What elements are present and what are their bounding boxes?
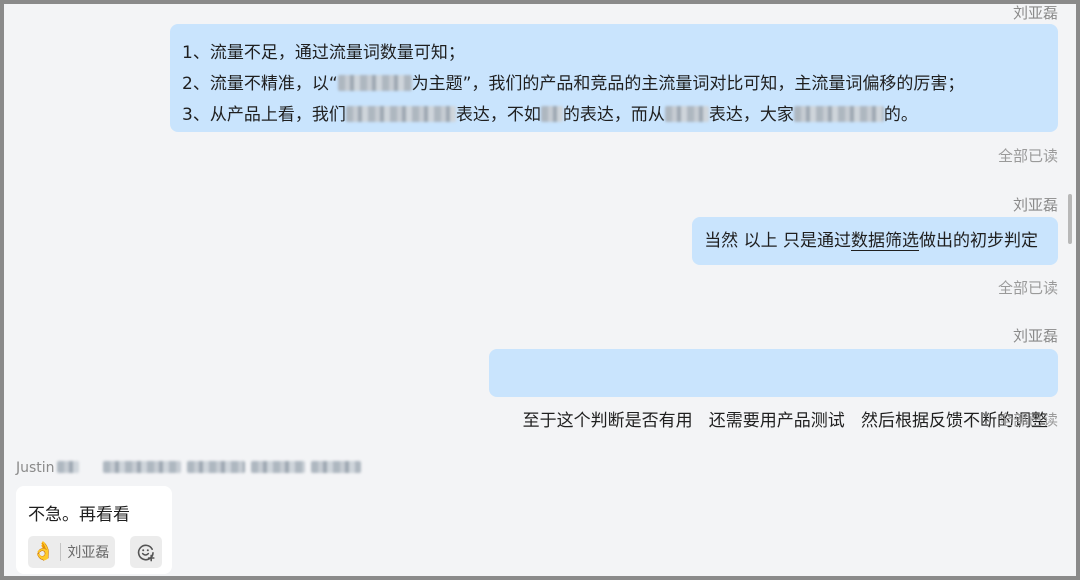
add-emoji-icon — [137, 544, 155, 562]
outgoing-message-bubble[interactable]: 至于这个判断是否有用 还需要用产品测试 然后根据反馈不断的调整 — [488, 349, 1058, 431]
message-sender: 刘亚磊 — [1012, 4, 1058, 22]
message-text: 的。 — [883, 105, 918, 125]
read-status[interactable]: 全部已读 — [998, 409, 1058, 430]
redacted-text — [56, 461, 79, 473]
redacted-text — [102, 461, 181, 473]
redacted-text — [250, 461, 305, 473]
incoming-sender: Justin — [16, 460, 361, 476]
read-status[interactable]: 全部已读 — [998, 277, 1058, 298]
message-text: 3、从产品上看，我们 — [182, 105, 346, 125]
redacted-text — [310, 461, 361, 473]
redacted-text — [664, 106, 709, 122]
message-line: 1、流量不足，通过流量词数量可知； — [182, 38, 1058, 69]
message-text: 1、流量不足，通过流量词数量可知； — [182, 43, 465, 63]
message-text: 的表达，而从 — [562, 105, 665, 125]
outgoing-message-bubble[interactable]: 当然 以上 只是通过数据筛选做出的初步判定 — [692, 217, 1058, 265]
message-text: 当然 以上 只是通过 — [704, 231, 851, 251]
divider — [60, 543, 62, 561]
message-text: 为主题”，我们的产品和竞品的主流量词对比可知，主流量词偏移的厉害； — [411, 74, 965, 94]
redacted-text — [540, 106, 563, 122]
message-line: 2、流量不精准，以“ 为主题”，我们的产品和竞品的主流量词对比可知，主流量词偏移的… — [182, 69, 1058, 100]
chat-window: 刘亚磊 1、流量不足，通过流量词数量可知； 2、流量不精准，以“ 为主题”，我们的… — [0, 0, 1080, 580]
message-link[interactable]: 数据筛选 — [851, 231, 919, 251]
message-text: 至于这个判断是否有用 还需要用产品测试 然后根据反馈不断的调整 — [522, 411, 1048, 431]
redacted-text — [793, 106, 884, 122]
message-text: 表达，不如 — [455, 105, 541, 125]
redacted-text — [186, 461, 245, 473]
read-status[interactable]: 全部已读 — [998, 145, 1058, 166]
reaction-user: 刘亚磊 — [67, 545, 110, 561]
sender-name: Justin — [16, 460, 55, 476]
redacted-text — [337, 75, 412, 91]
redacted-text — [345, 106, 456, 122]
outgoing-message-bubble[interactable]: 1、流量不足，通过流量词数量可知； 2、流量不精准，以“ 为主题”，我们的产品和竞… — [170, 24, 1058, 132]
add-reaction-button[interactable] — [130, 536, 162, 568]
message-text: 做出的初步判定 — [919, 231, 1038, 251]
reaction-chip[interactable]: 👌 刘亚磊 — [28, 536, 116, 568]
message-sender: 刘亚磊 — [1012, 196, 1058, 214]
message-text: 不急。再看看 — [28, 505, 130, 525]
incoming-message-bubble[interactable]: 不急。再看看 👌 刘亚磊 — [16, 486, 172, 574]
message-text: 表达，大家 — [708, 105, 794, 125]
message-line: 3、从产品上看，我们 表达，不如 的表达，而从 表达，大家 的。 — [182, 100, 1058, 131]
ok-hand-icon: 👌 — [32, 541, 55, 562]
message-text: 2、流量不精准，以“ — [182, 74, 338, 94]
scrollbar[interactable] — [1068, 194, 1072, 244]
message-sender: 刘亚磊 — [1012, 327, 1058, 345]
